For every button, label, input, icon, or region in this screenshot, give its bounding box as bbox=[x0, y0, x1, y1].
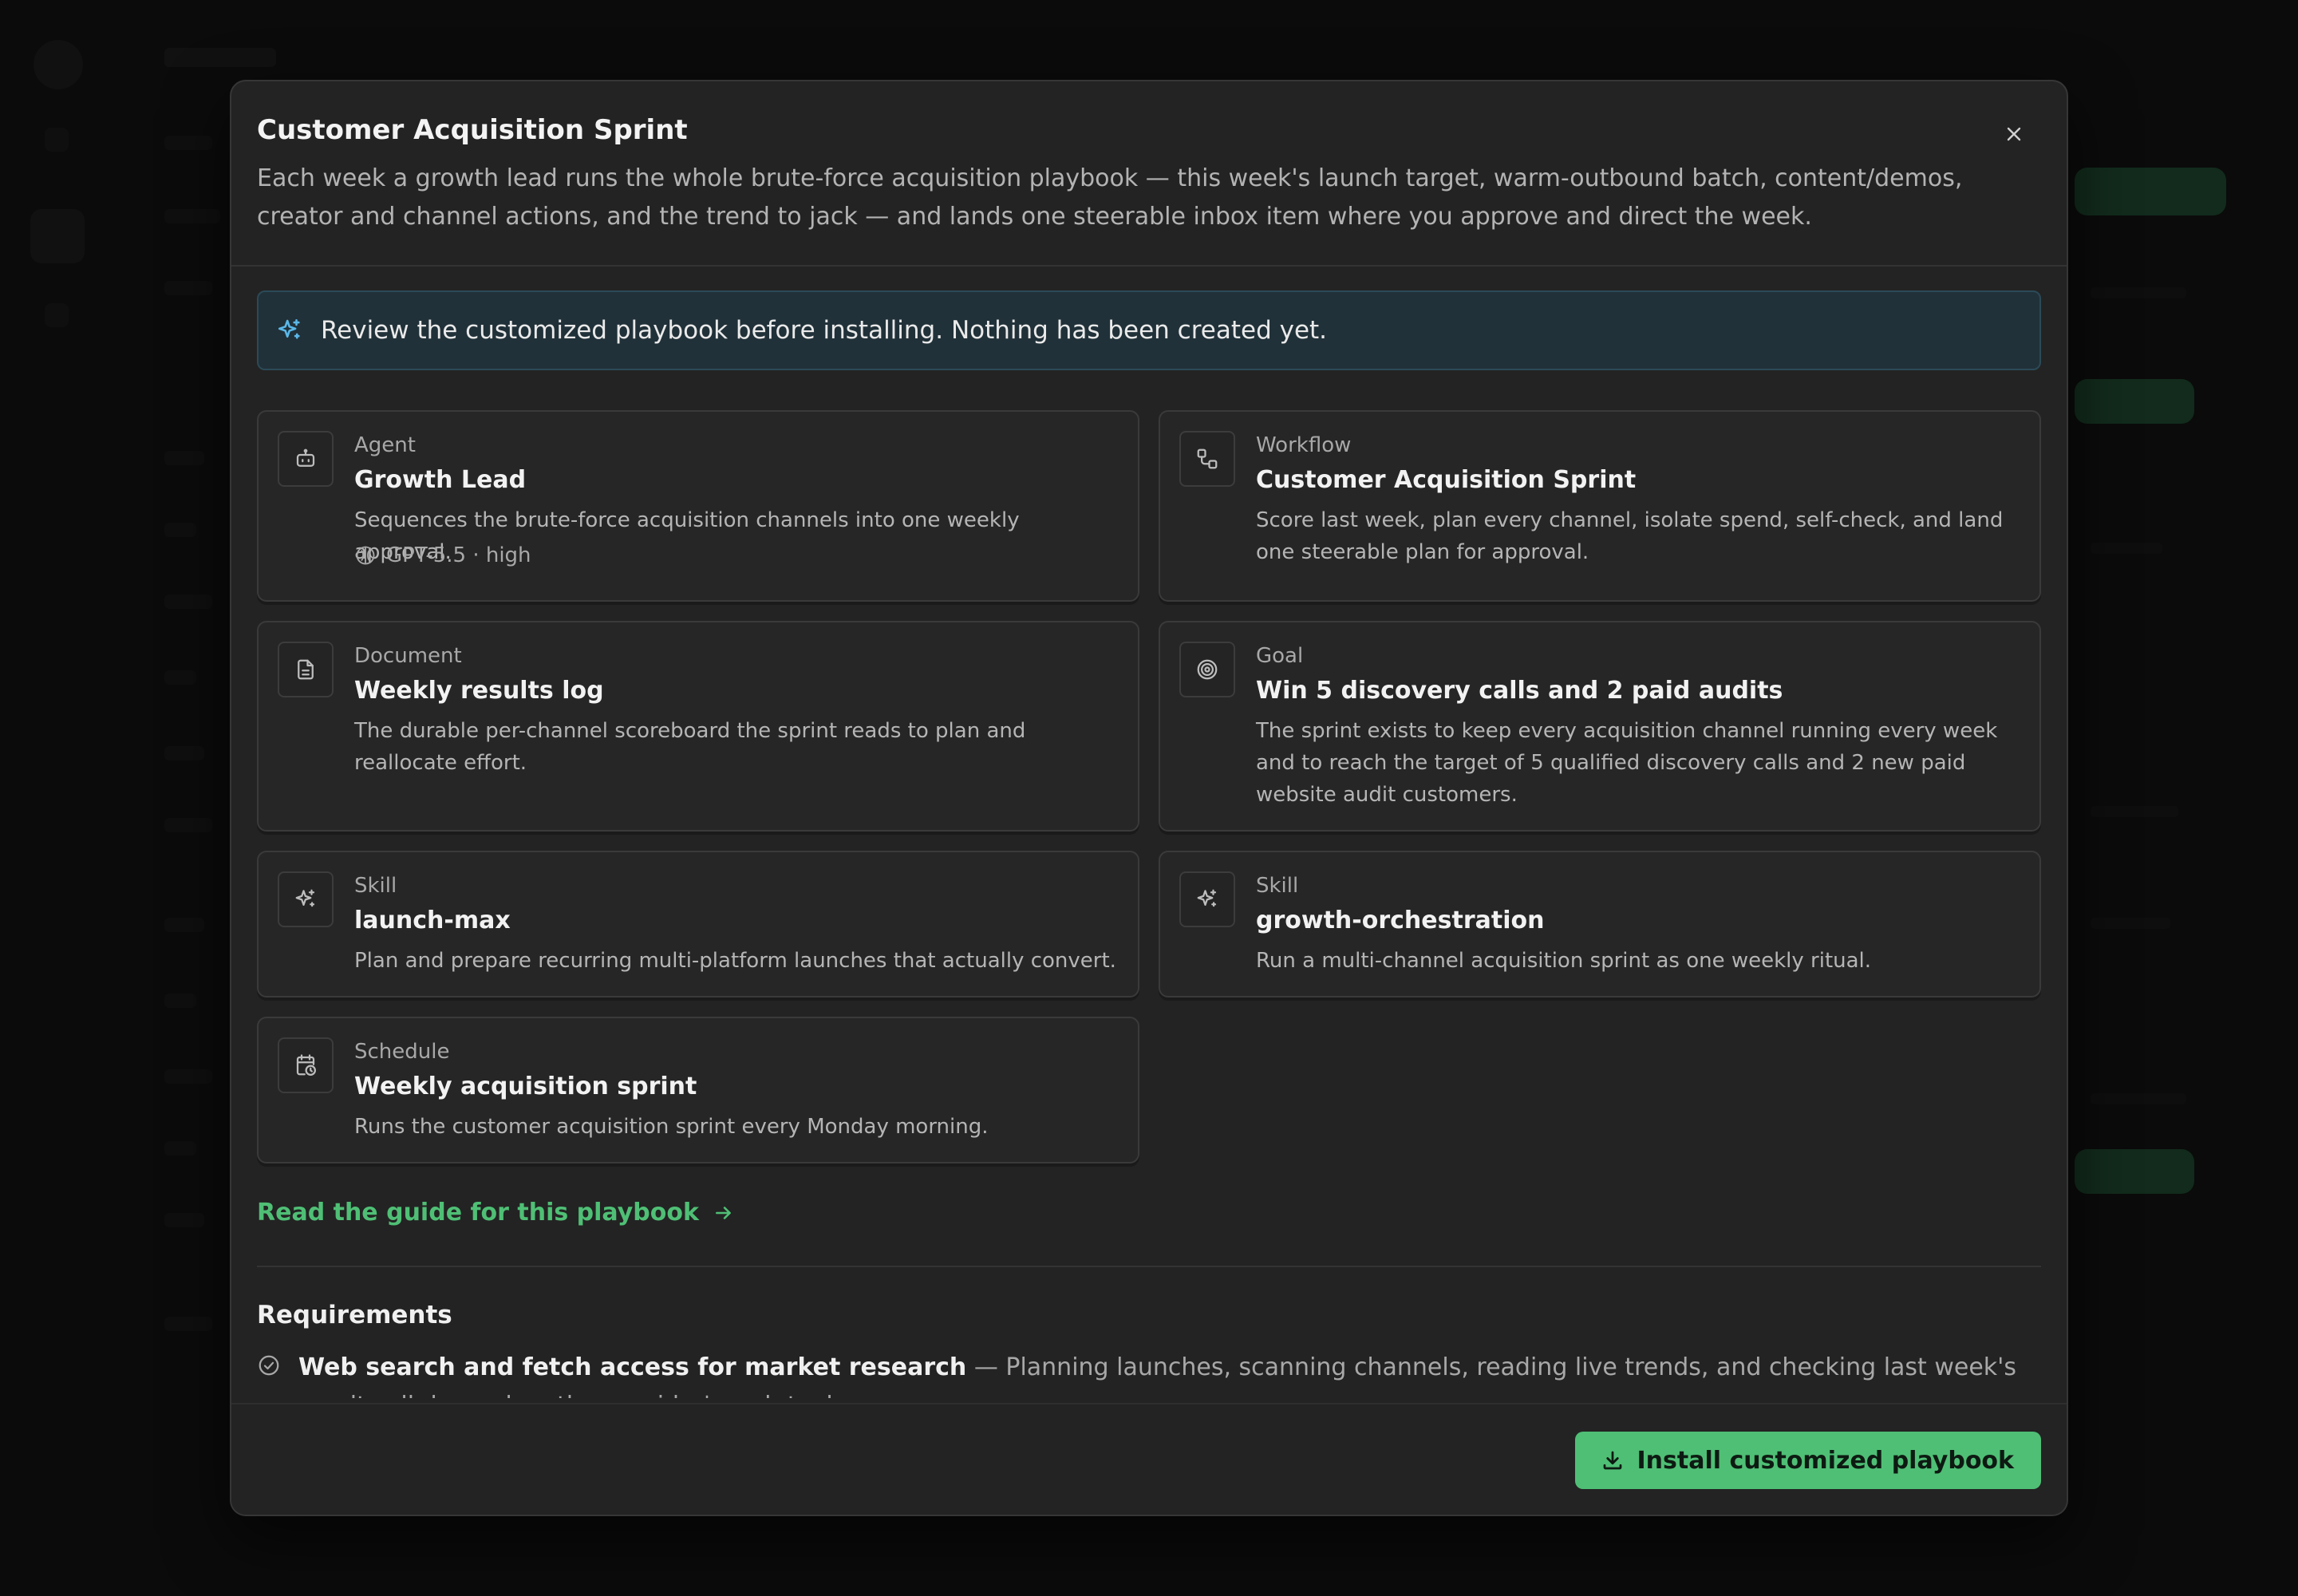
item-kind: Skill bbox=[1256, 874, 1299, 898]
install-playbook-label: Install customized playbook bbox=[1637, 1446, 2014, 1475]
guide-link[interactable]: Read the guide for this playbook bbox=[257, 1197, 734, 1229]
item-title: Weekly results log bbox=[354, 677, 604, 705]
item-title: Weekly acquisition sprint bbox=[354, 1073, 697, 1100]
item-kind: Agent bbox=[354, 433, 416, 457]
target-icon bbox=[1179, 642, 1235, 697]
playbook-item-workflow: Workflow Customer Acquisition Sprint Sco… bbox=[1159, 410, 2041, 602]
agent-model: GPT-5.5 · high bbox=[354, 543, 531, 568]
close-icon bbox=[2007, 127, 2021, 141]
playbook-item-goal: Goal Win 5 discovery calls and 2 paid au… bbox=[1159, 621, 2041, 832]
playbook-item-agent: Agent Growth Lead Sequences the brute-fo… bbox=[257, 410, 1139, 602]
item-kind: Document bbox=[354, 644, 462, 668]
playbook-item-document: Document Weekly results log The durable … bbox=[257, 621, 1139, 832]
close-button[interactable] bbox=[1996, 117, 2031, 152]
playbook-modal: Customer Acquisition Sprint Each week a … bbox=[230, 80, 2068, 1516]
modal-footer: Install customized playbook bbox=[231, 1403, 2067, 1515]
requirement-title: Web search and fetch access for market r… bbox=[298, 1353, 967, 1381]
item-title: Win 5 discovery calls and 2 paid audits bbox=[1256, 677, 1783, 705]
item-kind: Goal bbox=[1256, 644, 1304, 668]
arrow-right-icon bbox=[715, 1207, 731, 1219]
modal-description: Each week a growth lead runs the whole b… bbox=[257, 164, 1963, 231]
review-notice-text: Review the customized playbook before in… bbox=[321, 316, 1328, 345]
workflow-icon bbox=[1179, 431, 1235, 487]
modal-title: Customer Acquisition Sprint bbox=[257, 114, 688, 146]
item-description: Runs the customer acquisition sprint eve… bbox=[354, 1115, 989, 1139]
document-icon bbox=[278, 642, 334, 697]
requirement-item: Web search and fetch access for market r… bbox=[257, 1349, 2041, 1398]
guide-link-label: Read the guide for this playbook bbox=[257, 1199, 699, 1227]
sparkles-icon bbox=[278, 871, 334, 927]
download-icon bbox=[1603, 1451, 1621, 1470]
requirements-heading: Requirements bbox=[257, 1301, 452, 1329]
item-description: Plan and prepare recurring multi-platfor… bbox=[354, 949, 1116, 973]
item-kind: Skill bbox=[354, 874, 397, 898]
item-title: Growth Lead bbox=[354, 466, 527, 494]
item-description: Run a multi-channel acquisition sprint a… bbox=[1256, 949, 1872, 973]
agent-model-label: GPT-5.5 · high bbox=[386, 543, 531, 567]
item-kind: Workflow bbox=[1256, 433, 1352, 457]
install-playbook-button[interactable]: Install customized playbook bbox=[1574, 1432, 2041, 1489]
calendar-clock-icon bbox=[278, 1037, 334, 1093]
playbook-item-skill: Skill growth-orchestration Run a multi-c… bbox=[1159, 851, 2041, 998]
requirement-text: Web search and fetch access for market r… bbox=[298, 1349, 2041, 1398]
item-title: growth-orchestration bbox=[1256, 907, 1545, 934]
section-divider bbox=[257, 1266, 2041, 1267]
item-description: Score last week, plan every channel, iso… bbox=[1256, 508, 2004, 564]
item-description: The durable per-channel scoreboard the s… bbox=[354, 719, 1026, 775]
item-title: launch-max bbox=[354, 907, 511, 934]
modal-header: Customer Acquisition Sprint Each week a … bbox=[231, 81, 2067, 267]
sparkles-icon bbox=[276, 316, 305, 345]
item-kind: Schedule bbox=[354, 1040, 450, 1064]
playbook-item-schedule: Schedule Weekly acquisition sprint Runs … bbox=[257, 1017, 1139, 1163]
bot-icon bbox=[278, 431, 334, 487]
sparkles-icon bbox=[1179, 871, 1235, 927]
playbook-item-skill: Skill launch-max Plan and prepare recurr… bbox=[257, 851, 1139, 998]
check-circle-icon bbox=[257, 1353, 282, 1398]
item-description: The sprint exists to keep every acquisit… bbox=[1256, 719, 1998, 807]
model-icon bbox=[356, 546, 375, 565]
review-notice: Review the customized playbook before in… bbox=[257, 290, 2041, 370]
item-title: Customer Acquisition Sprint bbox=[1256, 466, 1637, 494]
